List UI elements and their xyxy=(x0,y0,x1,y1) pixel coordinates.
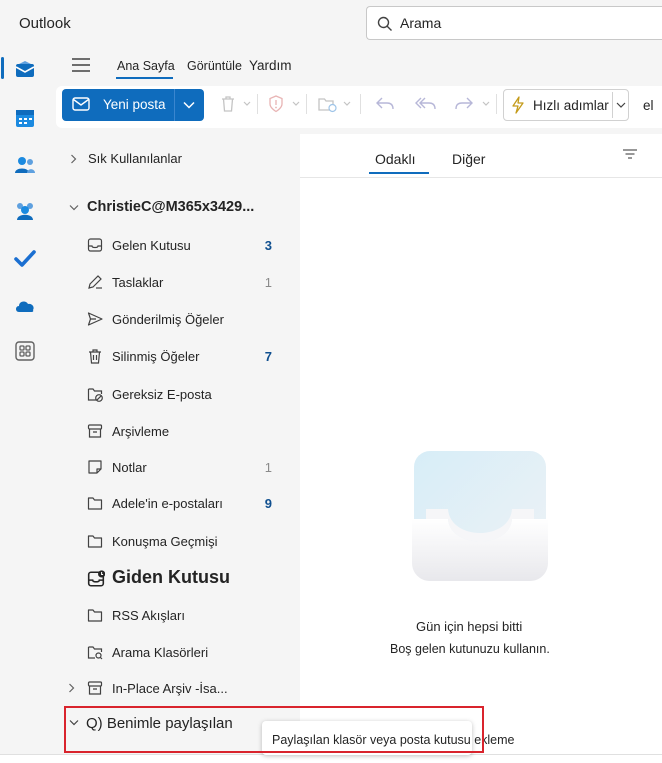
folder-item[interactable]: Adele'in e-postaları 9 xyxy=(50,488,300,518)
toolbar-separator xyxy=(257,94,258,114)
quick-steps-label: Hızlı adımlar xyxy=(533,98,609,113)
folder-label: Taslaklar xyxy=(112,275,164,290)
message-list xyxy=(300,134,662,754)
folder-label: Konuşma Geçmişi xyxy=(112,534,218,549)
favorites-section[interactable]: Sık Kullanılanlar xyxy=(88,151,182,166)
unread-count: 9 xyxy=(264,496,272,511)
tab-home[interactable]: Ana Sayfa xyxy=(117,59,175,73)
move-dropdown-icon[interactable] xyxy=(343,101,351,107)
outbox-icon xyxy=(87,570,105,587)
hamburger-menu-icon[interactable] xyxy=(71,57,91,73)
folder-label: Silinmiş Öğeler xyxy=(112,349,200,364)
empty-state-subtitle: Boş gelen kutunuzu kullanın. xyxy=(390,642,550,656)
notes-icon xyxy=(88,460,102,474)
folder-icon xyxy=(87,497,103,510)
unread-count: 7 xyxy=(264,349,272,364)
folder-item[interactable]: Gelen Kutusu 3 xyxy=(50,230,300,260)
quick-steps-separator xyxy=(612,92,613,118)
folder-item[interactable]: Silinmiş Öğeler 7 xyxy=(50,341,300,371)
folder-label: Arama Klasörleri xyxy=(112,645,209,660)
tab-view[interactable]: Görüntüle xyxy=(187,59,242,73)
quick-steps-dropdown-icon[interactable] xyxy=(616,102,626,108)
folder-item[interactable]: Gereksiz E-posta xyxy=(50,379,300,409)
mail-icon xyxy=(72,97,90,111)
onedrive-app-icon[interactable] xyxy=(13,294,37,318)
folder-label: Gönderilmiş Öğeler xyxy=(112,312,224,327)
trash-icon xyxy=(89,349,101,364)
report-dropdown-icon[interactable] xyxy=(292,101,300,107)
folder-label: Gereksiz E-posta xyxy=(112,387,212,402)
folder-item[interactable]: Arşivleme xyxy=(50,416,300,446)
chevron-down-icon[interactable] xyxy=(69,204,79,211)
unread-count: 3 xyxy=(264,238,272,253)
mail-app-icon[interactable] xyxy=(13,58,37,82)
reply-all-icon[interactable] xyxy=(415,95,437,111)
account-section[interactable]: ChristieC@M365x3429... xyxy=(87,199,254,215)
app-title: Outlook xyxy=(19,15,71,32)
new-mail-separator xyxy=(174,89,175,121)
folder-label: Arşivleme xyxy=(112,424,170,439)
people-app-icon[interactable] xyxy=(13,153,37,177)
lightning-icon xyxy=(512,96,524,114)
todo-app-icon[interactable] xyxy=(13,246,37,270)
forward-icon[interactable] xyxy=(454,95,474,111)
status-strip xyxy=(0,754,662,763)
search-folder-icon xyxy=(87,646,103,660)
report-icon[interactable] xyxy=(268,95,284,113)
search-box[interactable]: Arama xyxy=(366,6,662,40)
inbox-icon xyxy=(87,238,103,252)
new-mail-dropdown-icon[interactable] xyxy=(183,101,195,109)
folder-icon xyxy=(87,609,103,622)
highlight-box xyxy=(64,706,484,753)
calendar-app-icon[interactable] xyxy=(13,106,37,130)
toolbar-separator xyxy=(496,94,497,114)
search-icon xyxy=(377,16,392,31)
folder-item[interactable]: Taslaklar 1 xyxy=(50,267,300,297)
unread-count: 1 xyxy=(264,275,272,290)
folder-label: Giden Kutusu xyxy=(112,567,230,587)
more-apps-icon[interactable] xyxy=(13,339,37,363)
chevron-right-icon[interactable] xyxy=(70,154,77,164)
sent-icon xyxy=(87,312,103,326)
new-mail-label: Yeni posta xyxy=(103,97,166,112)
folder-item[interactable]: In-Place Arşiv -İsa... xyxy=(50,673,300,703)
chevron-right-icon[interactable] xyxy=(68,683,75,693)
folder-item[interactable]: RSS Akışları xyxy=(50,600,300,630)
folder-label: Adele'in e-postaları xyxy=(112,496,223,511)
filter-icon[interactable] xyxy=(622,147,638,161)
rail-active-indicator xyxy=(1,57,4,79)
folder-label: Notlar xyxy=(112,460,147,475)
folder-label: Gelen Kutusu xyxy=(112,238,191,253)
drafts-icon xyxy=(88,275,102,289)
empty-state-title: Gün için hepsi bitti xyxy=(416,619,523,634)
forward-dropdown-icon[interactable] xyxy=(482,101,490,107)
toolbar-separator xyxy=(306,94,307,114)
tab-other[interactable]: Diğer xyxy=(452,151,485,167)
folder-item[interactable]: Notlar 1 xyxy=(50,452,300,482)
folder-item[interactable]: Giden Kutusu xyxy=(50,563,300,593)
archive-icon xyxy=(87,424,103,438)
junk-icon xyxy=(87,388,103,402)
folder-item[interactable]: Konuşma Geçmişi xyxy=(50,526,300,556)
folder-icon xyxy=(87,535,103,548)
archive-icon xyxy=(87,681,103,695)
move-to-folder-icon[interactable] xyxy=(318,95,338,113)
delete-icon[interactable] xyxy=(220,95,236,113)
toolbar-separator xyxy=(360,94,361,114)
folder-label: In-Place Arşiv -İsa... xyxy=(112,681,228,696)
folder-item[interactable]: Arama Klasörleri xyxy=(50,637,300,667)
folder-item[interactable]: Gönderilmiş Öğeler xyxy=(50,304,300,334)
delete-dropdown-icon[interactable] xyxy=(243,101,251,107)
unread-count: 1 xyxy=(264,460,272,475)
folder-label: RSS Akışları xyxy=(112,608,185,623)
tab-help[interactable]: Yardım xyxy=(249,58,292,73)
groups-app-icon[interactable] xyxy=(13,199,37,223)
ribbon-overflow-label[interactable]: el xyxy=(643,98,654,113)
search-placeholder: Arama xyxy=(400,15,442,31)
tab-focused-underline xyxy=(369,172,429,174)
tab-focused[interactable]: Odaklı xyxy=(375,151,415,167)
empty-inbox-illustration xyxy=(412,451,548,581)
reply-icon[interactable] xyxy=(375,95,395,111)
tab-home-underline xyxy=(116,77,173,79)
